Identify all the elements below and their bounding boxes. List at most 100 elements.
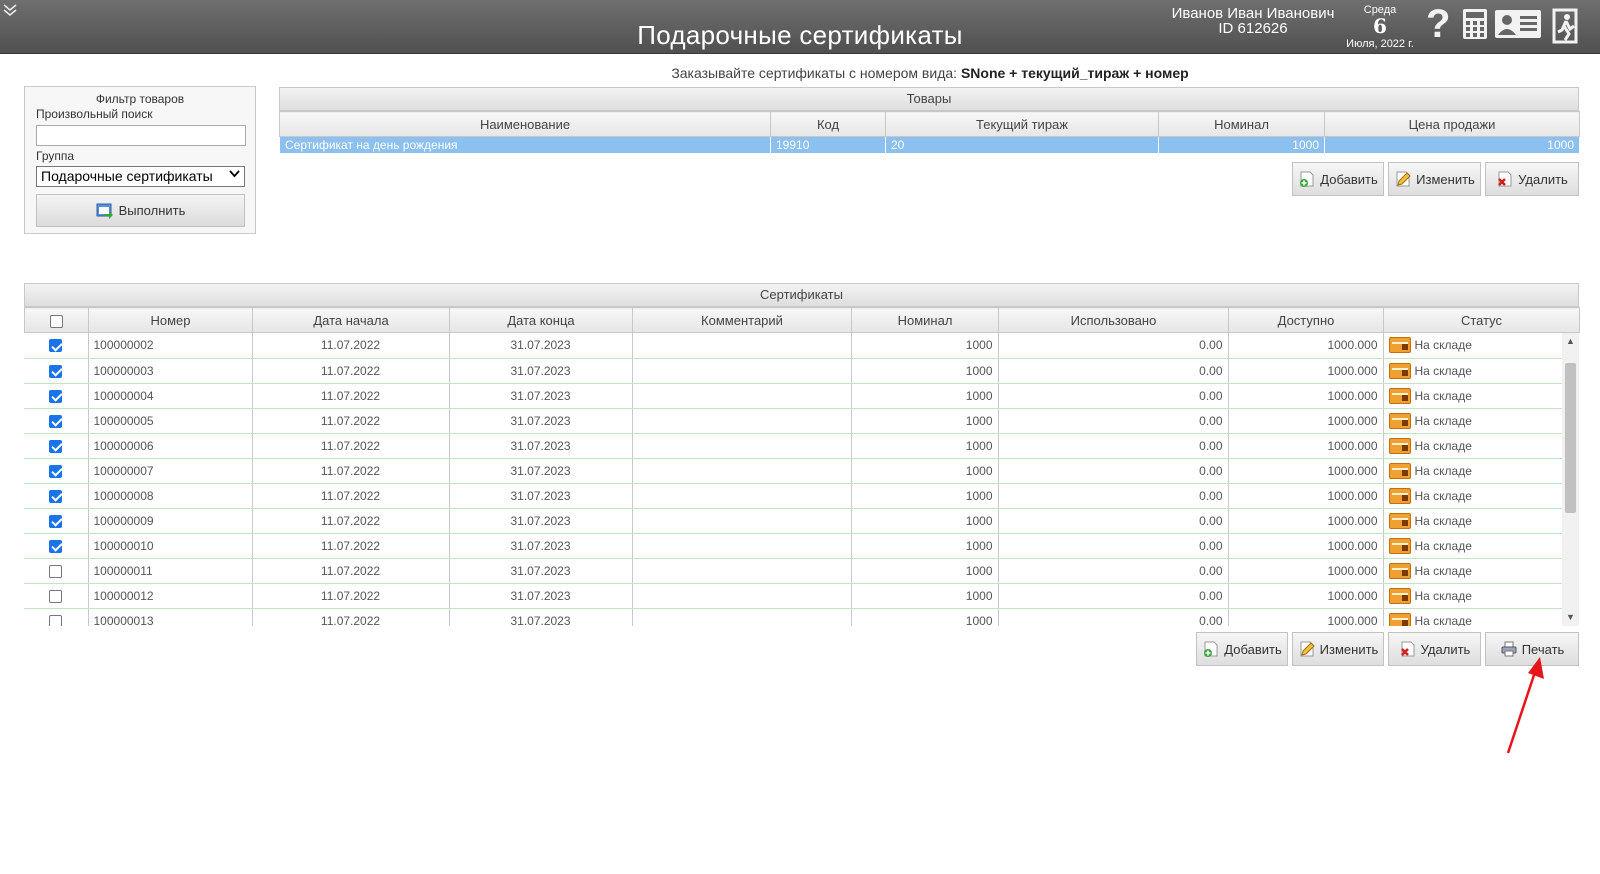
row-checkbox[interactable] (49, 439, 63, 453)
cert-number-cell: 100000008 (88, 483, 253, 509)
chevron-down-icon[interactable] (2, 2, 20, 20)
status-badge: На складе (1388, 612, 1557, 626)
cert-used-cell: 0.00 (998, 608, 1229, 626)
goods-add-button[interactable]: Добавить (1292, 162, 1384, 196)
exit-icon[interactable] (1552, 8, 1582, 44)
edit-icon (1298, 640, 1316, 658)
certs-scroll-area[interactable]: 100000002 11.07.2022 31.07.2023 1000 0.00 100… (24, 333, 1578, 626)
column-header[interactable]: Цена продажи (1324, 111, 1580, 137)
cert-end-cell: 31.07.2023 (449, 608, 633, 626)
certs-edit-label: Изменить (1319, 641, 1379, 657)
table-row[interactable]: 100000005 11.07.2022 31.07.2023 1000 0.00 100… (24, 408, 1563, 434)
warehouse-box-icon (1388, 362, 1411, 379)
cert-available-cell: 1000.000 (1228, 433, 1384, 459)
cert-nominal-cell: 1000 (851, 508, 999, 534)
run-button[interactable]: Выполнить (36, 194, 245, 227)
run-label: Выполнить (118, 203, 186, 218)
table-row[interactable]: 100000011 11.07.2022 31.07.2023 1000 0.00 100… (24, 558, 1563, 584)
table-row[interactable]: 100000006 11.07.2022 31.07.2023 1000 0.00 100… (24, 433, 1563, 459)
row-select-cell (24, 583, 89, 609)
cert-status-cell: На складе (1383, 433, 1563, 459)
cert-number-cell: 100000007 (88, 458, 253, 484)
group-select[interactable]: Подарочные сертификаты (36, 166, 245, 187)
scroll-up-icon[interactable]: ▲ (1562, 333, 1579, 350)
table-row[interactable]: 100000012 11.07.2022 31.07.2023 1000 0.00 100… (24, 583, 1563, 609)
column-header[interactable]: Номинал (851, 307, 999, 333)
cert-used-cell: 0.00 (998, 558, 1229, 584)
table-row[interactable]: 100000009 11.07.2022 31.07.2023 1000 0.00 100… (24, 508, 1563, 534)
table-row[interactable]: 100000010 11.07.2022 31.07.2023 1000 0.00 100… (24, 533, 1563, 559)
cert-end-cell: 31.07.2023 (449, 583, 633, 609)
cert-comment-cell (632, 433, 852, 459)
cert-start-cell: 11.07.2022 (252, 483, 450, 509)
calculator-icon[interactable] (1462, 8, 1488, 40)
row-checkbox[interactable] (49, 339, 63, 353)
column-header[interactable]: Комментарий (632, 307, 852, 333)
order-hint-prefix: Заказывайте сертификаты с номером вида: (671, 65, 961, 81)
row-checkbox[interactable] (49, 414, 63, 428)
table-row[interactable]: Сертификат на день рождения 19910 20 100… (279, 136, 1580, 154)
certs-delete-button[interactable]: Удалить (1388, 632, 1481, 666)
column-header[interactable]: Наименование (279, 111, 771, 137)
goods-edition-cell: 20 (885, 136, 1159, 154)
delete-icon (1399, 640, 1417, 658)
status-badge: На складе (1388, 437, 1557, 454)
cert-number-cell: 100000004 (88, 383, 253, 409)
status-badge: На складе (1388, 487, 1557, 504)
certs-add-label: Добавить (1224, 641, 1282, 657)
table-row[interactable]: 100000008 11.07.2022 31.07.2023 1000 0.00 100… (24, 483, 1563, 509)
column-header[interactable]: Текущий тираж (885, 111, 1159, 137)
table-row[interactable]: 100000013 11.07.2022 31.07.2023 1000 0.00 100… (24, 608, 1563, 626)
table-row[interactable]: 100000002 11.07.2022 31.07.2023 1000 0.00 100… (24, 333, 1563, 359)
certs-add-button[interactable]: Добавить (1196, 632, 1288, 666)
certs-scrollbar[interactable]: ▲ ▼ (1562, 333, 1579, 626)
column-header[interactable]: Код (770, 111, 886, 137)
goods-price-cell: 1000 (1324, 136, 1580, 154)
cert-number-cell: 100000013 (88, 608, 253, 626)
row-select-cell (24, 508, 89, 534)
column-header[interactable]: Номер (88, 307, 253, 333)
row-checkbox[interactable] (49, 389, 63, 403)
table-row[interactable]: 100000003 11.07.2022 31.07.2023 1000 0.00 100… (24, 358, 1563, 384)
goods-header-row: Наименование Код Текущий тираж Номинал Ц… (279, 111, 1580, 137)
goods-edit-button[interactable]: Изменить (1388, 162, 1481, 196)
certs-edit-button[interactable]: Изменить (1292, 632, 1384, 666)
cert-nominal-cell: 1000 (851, 383, 999, 409)
row-checkbox[interactable] (49, 614, 63, 626)
cert-status-cell: На складе (1383, 508, 1563, 534)
column-header[interactable]: Использовано (998, 307, 1229, 333)
cert-comment-cell (632, 458, 852, 484)
scroll-down-icon[interactable]: ▼ (1562, 609, 1579, 626)
warehouse-box-icon (1388, 562, 1411, 579)
cert-number-cell: 100000012 (88, 583, 253, 609)
row-checkbox[interactable] (49, 564, 63, 578)
search-input[interactable] (36, 125, 246, 146)
column-header[interactable]: Номинал (1158, 111, 1325, 137)
goods-delete-button[interactable]: Удалить (1485, 162, 1579, 196)
row-checkbox[interactable] (49, 514, 63, 528)
cert-comment-cell (632, 358, 852, 384)
column-header[interactable]: Доступно (1228, 307, 1384, 333)
cert-nominal-cell: 1000 (851, 408, 999, 434)
table-row[interactable]: 100000004 11.07.2022 31.07.2023 1000 0.00 100… (24, 383, 1563, 409)
id-card-icon[interactable] (1494, 8, 1542, 40)
row-checkbox[interactable] (49, 489, 63, 503)
scroll-thumb[interactable] (1565, 363, 1576, 513)
column-header[interactable]: Статус (1383, 307, 1580, 333)
row-checkbox[interactable] (49, 364, 63, 378)
cert-available-cell: 1000.000 (1228, 533, 1384, 559)
table-row[interactable]: 100000007 11.07.2022 31.07.2023 1000 0.00 100… (24, 458, 1563, 484)
select-all-checkbox[interactable] (50, 314, 63, 328)
row-select-cell (24, 608, 89, 626)
cert-status-cell: На складе (1383, 333, 1563, 359)
row-checkbox[interactable] (49, 539, 63, 553)
status-label: На складе (1414, 513, 1472, 528)
row-checkbox[interactable] (49, 589, 63, 603)
column-header[interactable]: Дата начала (252, 307, 450, 333)
help-icon[interactable]: ? (1426, 4, 1450, 44)
day-number: 6 (1373, 14, 1387, 38)
cert-nominal-cell: 1000 (851, 558, 999, 584)
cert-available-cell: 1000.000 (1228, 383, 1384, 409)
row-checkbox[interactable] (49, 464, 63, 478)
column-header[interactable]: Дата конца (449, 307, 633, 333)
